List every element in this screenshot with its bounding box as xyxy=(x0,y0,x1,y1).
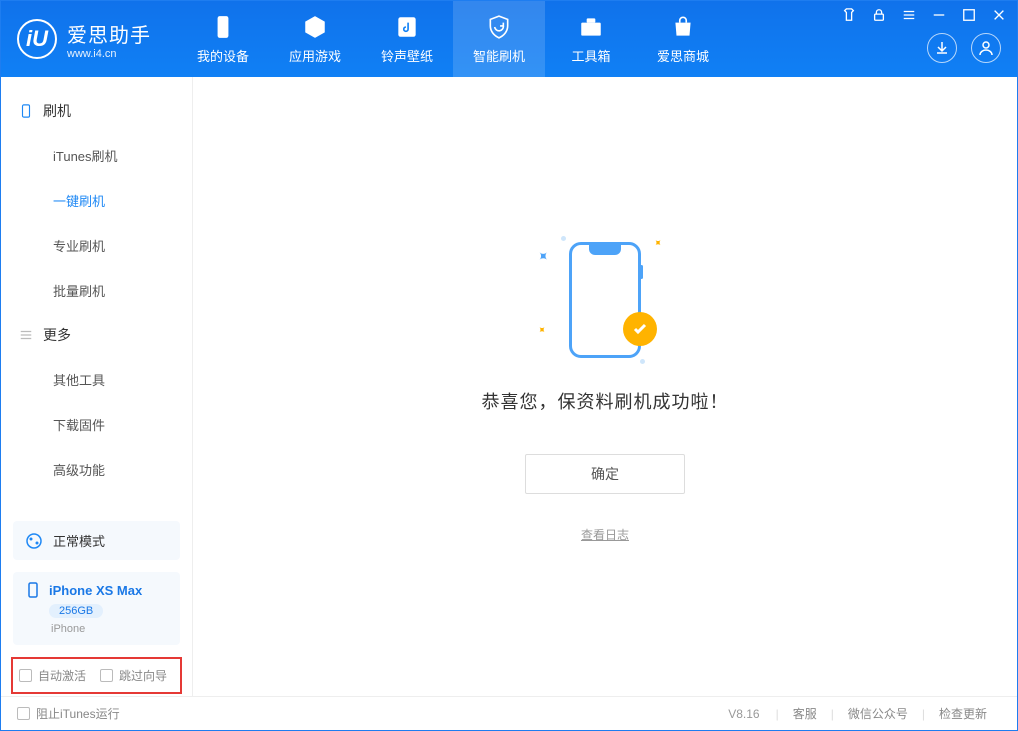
refresh-shield-icon xyxy=(486,14,512,40)
app-title: 爱思助手 xyxy=(67,19,151,48)
bag-icon xyxy=(670,14,696,40)
mode-card[interactable]: 正常模式 xyxy=(13,521,180,560)
toolbox-icon xyxy=(578,14,604,40)
logo-icon: iU xyxy=(17,19,57,59)
list-icon xyxy=(19,328,33,342)
nav-ringtone-wallpaper[interactable]: 铃声壁纸 xyxy=(361,1,453,77)
sparkle-icon: ✦ xyxy=(650,237,664,251)
checkbox-skip-guide[interactable]: 跳过向导 xyxy=(100,667,167,684)
sidebar-item-itunes-flash[interactable]: iTunes刷机 xyxy=(1,133,192,178)
checkbox-stop-itunes[interactable]: 阻止iTunes运行 xyxy=(17,705,120,722)
nav-toolbox[interactable]: 工具箱 xyxy=(545,1,637,77)
statusbar: 阻止iTunes运行 V8.16 | 客服 | 微信公众号 | 检查更新 xyxy=(1,696,1017,730)
phone-icon xyxy=(19,104,33,118)
checkbox-icon xyxy=(100,669,113,682)
user-button[interactable] xyxy=(971,33,1001,63)
shirt-icon[interactable] xyxy=(841,7,857,23)
group-title: 刷机 xyxy=(43,101,71,121)
close-button[interactable] xyxy=(991,7,1007,23)
body: 刷机 iTunes刷机 一键刷机 专业刷机 批量刷机 更多 其他工具 下载固件 … xyxy=(1,77,1017,696)
device-type: iPhone xyxy=(51,623,168,635)
sidebar-item-oneclick-flash[interactable]: 一键刷机 xyxy=(1,178,192,223)
nav-store[interactable]: 爱思商城 xyxy=(637,1,729,77)
device-name: iPhone XS Max xyxy=(49,583,142,598)
success-illustration: ✦ ✦ ✦ xyxy=(535,230,675,370)
version-label: V8.16 xyxy=(728,707,759,721)
nav-label: 应用游戏 xyxy=(289,46,341,65)
device-icon xyxy=(210,14,236,40)
link-check-update[interactable]: 检查更新 xyxy=(925,705,1001,722)
sparkle-icon: ✦ xyxy=(534,324,548,338)
dot-icon xyxy=(561,236,566,241)
nav-label: 智能刷机 xyxy=(473,46,525,65)
sidebar-group-more: 更多 xyxy=(1,313,192,357)
group-title: 更多 xyxy=(43,325,71,345)
nav-smart-flash[interactable]: 智能刷机 xyxy=(453,1,545,77)
nav-label: 铃声壁纸 xyxy=(381,46,433,65)
lock-icon[interactable] xyxy=(871,7,887,23)
nav-label: 工具箱 xyxy=(571,46,610,65)
check-badge-icon xyxy=(623,312,657,346)
mode-label: 正常模式 xyxy=(53,531,105,550)
bottom-options-highlight: 自动激活 跳过向导 xyxy=(11,657,182,694)
checkbox-icon xyxy=(19,669,32,682)
checkbox-label: 跳过向导 xyxy=(119,667,167,684)
window-controls xyxy=(841,7,1007,23)
main-content: ✦ ✦ ✦ 恭喜您，保资料刷机成功啦！ 确定 查看日志 xyxy=(193,77,1017,696)
header-actions xyxy=(927,33,1001,63)
link-customer-service[interactable]: 客服 xyxy=(779,705,831,722)
device-phone-icon xyxy=(25,582,41,598)
sidebar-item-other-tools[interactable]: 其他工具 xyxy=(1,357,192,402)
sidebar-group-flash: 刷机 xyxy=(1,89,192,133)
device-capacity: 256GB xyxy=(49,604,103,618)
main-nav: 我的设备 应用游戏 铃声壁纸 智能刷机 工具箱 爱思商城 xyxy=(177,1,729,77)
app-logo: iU 爱思助手 www.i4.cn xyxy=(1,19,167,60)
nav-my-device[interactable]: 我的设备 xyxy=(177,1,269,77)
ok-button[interactable]: 确定 xyxy=(525,454,685,494)
nav-apps-games[interactable]: 应用游戏 xyxy=(269,1,361,77)
menu-icon[interactable] xyxy=(901,7,917,23)
download-button[interactable] xyxy=(927,33,957,63)
sparkle-icon: ✦ xyxy=(533,246,553,266)
link-wechat[interactable]: 微信公众号 xyxy=(834,705,922,722)
app-url: www.i4.cn xyxy=(67,48,151,60)
minimize-button[interactable] xyxy=(931,7,947,23)
titlebar: iU 爱思助手 www.i4.cn 我的设备 应用游戏 铃声壁纸 智能刷机 xyxy=(1,1,1017,77)
checkbox-auto-activate[interactable]: 自动激活 xyxy=(19,667,86,684)
checkbox-label: 阻止iTunes运行 xyxy=(36,705,120,722)
sidebar-item-pro-flash[interactable]: 专业刷机 xyxy=(1,223,192,268)
checkbox-icon xyxy=(17,707,30,720)
sidebar: 刷机 iTunes刷机 一键刷机 专业刷机 批量刷机 更多 其他工具 下载固件 … xyxy=(1,77,193,696)
device-card[interactable]: iPhone XS Max 256GB iPhone xyxy=(13,572,180,645)
view-log-link[interactable]: 查看日志 xyxy=(581,526,629,543)
sidebar-item-download-firmware[interactable]: 下载固件 xyxy=(1,402,192,447)
nav-label: 爱思商城 xyxy=(657,46,709,65)
checkbox-label: 自动激活 xyxy=(38,667,86,684)
dot-icon xyxy=(640,359,645,364)
nav-label: 我的设备 xyxy=(197,46,249,65)
mode-icon xyxy=(25,532,43,550)
maximize-button[interactable] xyxy=(961,7,977,23)
cube-icon xyxy=(302,14,328,40)
music-icon xyxy=(394,14,420,40)
success-message: 恭喜您，保资料刷机成功啦！ xyxy=(482,388,729,414)
app-window: iU 爱思助手 www.i4.cn 我的设备 应用游戏 铃声壁纸 智能刷机 xyxy=(0,0,1018,731)
sidebar-item-advanced[interactable]: 高级功能 xyxy=(1,447,192,492)
sidebar-item-batch-flash[interactable]: 批量刷机 xyxy=(1,268,192,313)
